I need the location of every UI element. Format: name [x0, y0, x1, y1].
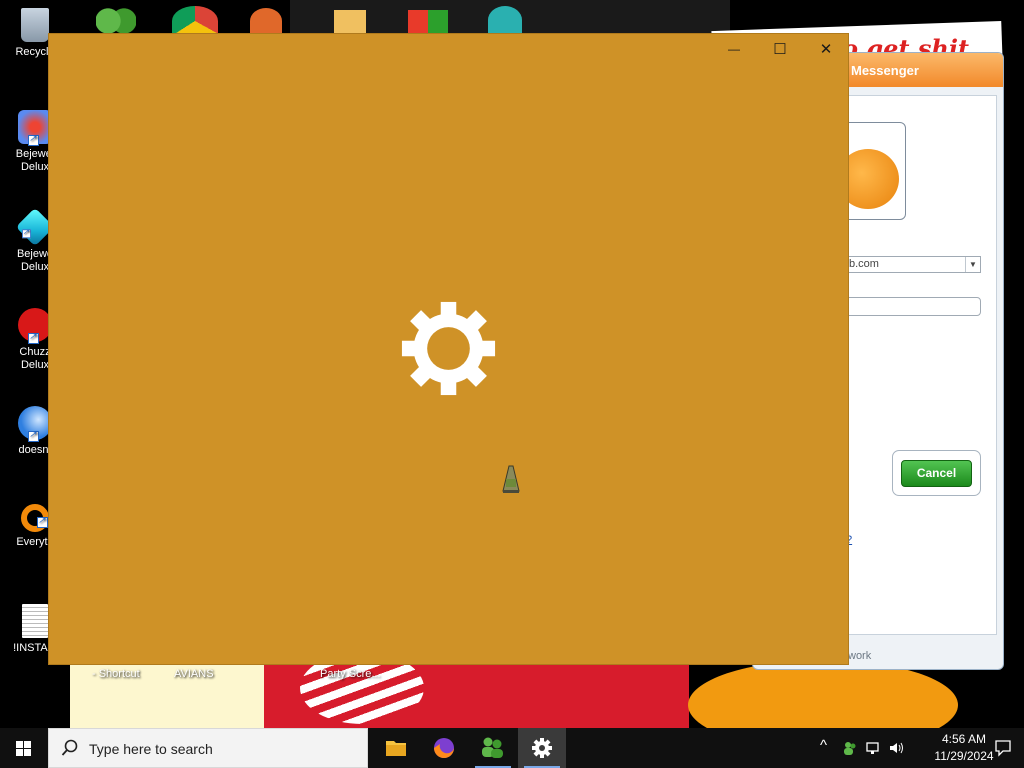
app-icon-windows[interactable]	[408, 10, 448, 34]
chevron-down-icon[interactable]: ▼	[965, 257, 980, 272]
network-status: work	[848, 650, 872, 662]
messenger-people-icon	[482, 737, 503, 758]
cancel-button[interactable]: Cancel	[901, 460, 972, 487]
taskbar-clock[interactable]: 4:56 AM 11/29/2024	[924, 731, 1004, 765]
close-button[interactable]: ✕	[803, 34, 849, 65]
desktop-label-party[interactable]: Party Scre...	[320, 668, 381, 680]
chrome-icon[interactable]	[172, 6, 218, 36]
windows-start-icon[interactable]	[0, 728, 48, 768]
search-icon	[61, 739, 78, 756]
taskbar-file-explorer[interactable]	[372, 728, 420, 768]
magnifier-icon	[21, 504, 49, 532]
app-icon-p[interactable]	[250, 8, 282, 34]
taskbar-settings[interactable]	[518, 728, 566, 768]
taskbar-firefox[interactable]	[420, 728, 468, 768]
firefox-icon	[434, 738, 454, 758]
messenger-people-icon[interactable]	[96, 8, 136, 34]
system-tray: ^ 4:56 AM 11/29/2024	[804, 728, 1024, 768]
taskbar-messenger[interactable]	[469, 728, 517, 768]
recycle-bin-icon	[21, 8, 49, 42]
folder-icon	[386, 741, 406, 756]
minimize-button[interactable]: —	[711, 34, 757, 65]
app-icon-sketch[interactable]	[334, 10, 366, 34]
settings-gear-icon	[532, 738, 552, 758]
volume-icon[interactable]	[888, 740, 904, 756]
taskbar: Type here to search ^ 4:56 AM 11/29/2024	[0, 728, 1024, 768]
maximize-button[interactable]: ☐	[757, 34, 803, 65]
wallpaper-pumpkin	[688, 660, 958, 728]
cancel-button-frame: Cancel	[892, 450, 981, 496]
clock-time: 4:56 AM	[941, 732, 987, 746]
settings-window[interactable]: — ☐ ✕	[48, 33, 849, 665]
text-file-icon	[22, 604, 48, 638]
thunderbird-icon	[18, 406, 52, 442]
busy-cursor-icon	[502, 465, 520, 493]
bejeweled-icon	[18, 110, 52, 146]
app-icon-character[interactable]	[488, 6, 522, 34]
desktop-label-shortcut[interactable]: - Shortcut	[92, 668, 140, 680]
tray-messenger-icon[interactable]	[842, 740, 858, 756]
chuzzle-icon	[18, 308, 52, 344]
desktop-label-avians[interactable]: AVIANS	[174, 668, 214, 680]
search-placeholder: Type here to search	[89, 741, 213, 757]
gear-icon	[401, 301, 496, 396]
network-icon[interactable]	[866, 740, 882, 756]
messenger-title: Messenger	[851, 63, 919, 78]
notification-icon[interactable]	[994, 739, 1012, 757]
tray-chevron-up-icon[interactable]: ^	[820, 737, 827, 754]
clock-date: 11/29/2024	[934, 749, 994, 763]
account-value: b.com	[849, 258, 879, 270]
taskbar-search-box[interactable]: Type here to search	[48, 728, 368, 768]
